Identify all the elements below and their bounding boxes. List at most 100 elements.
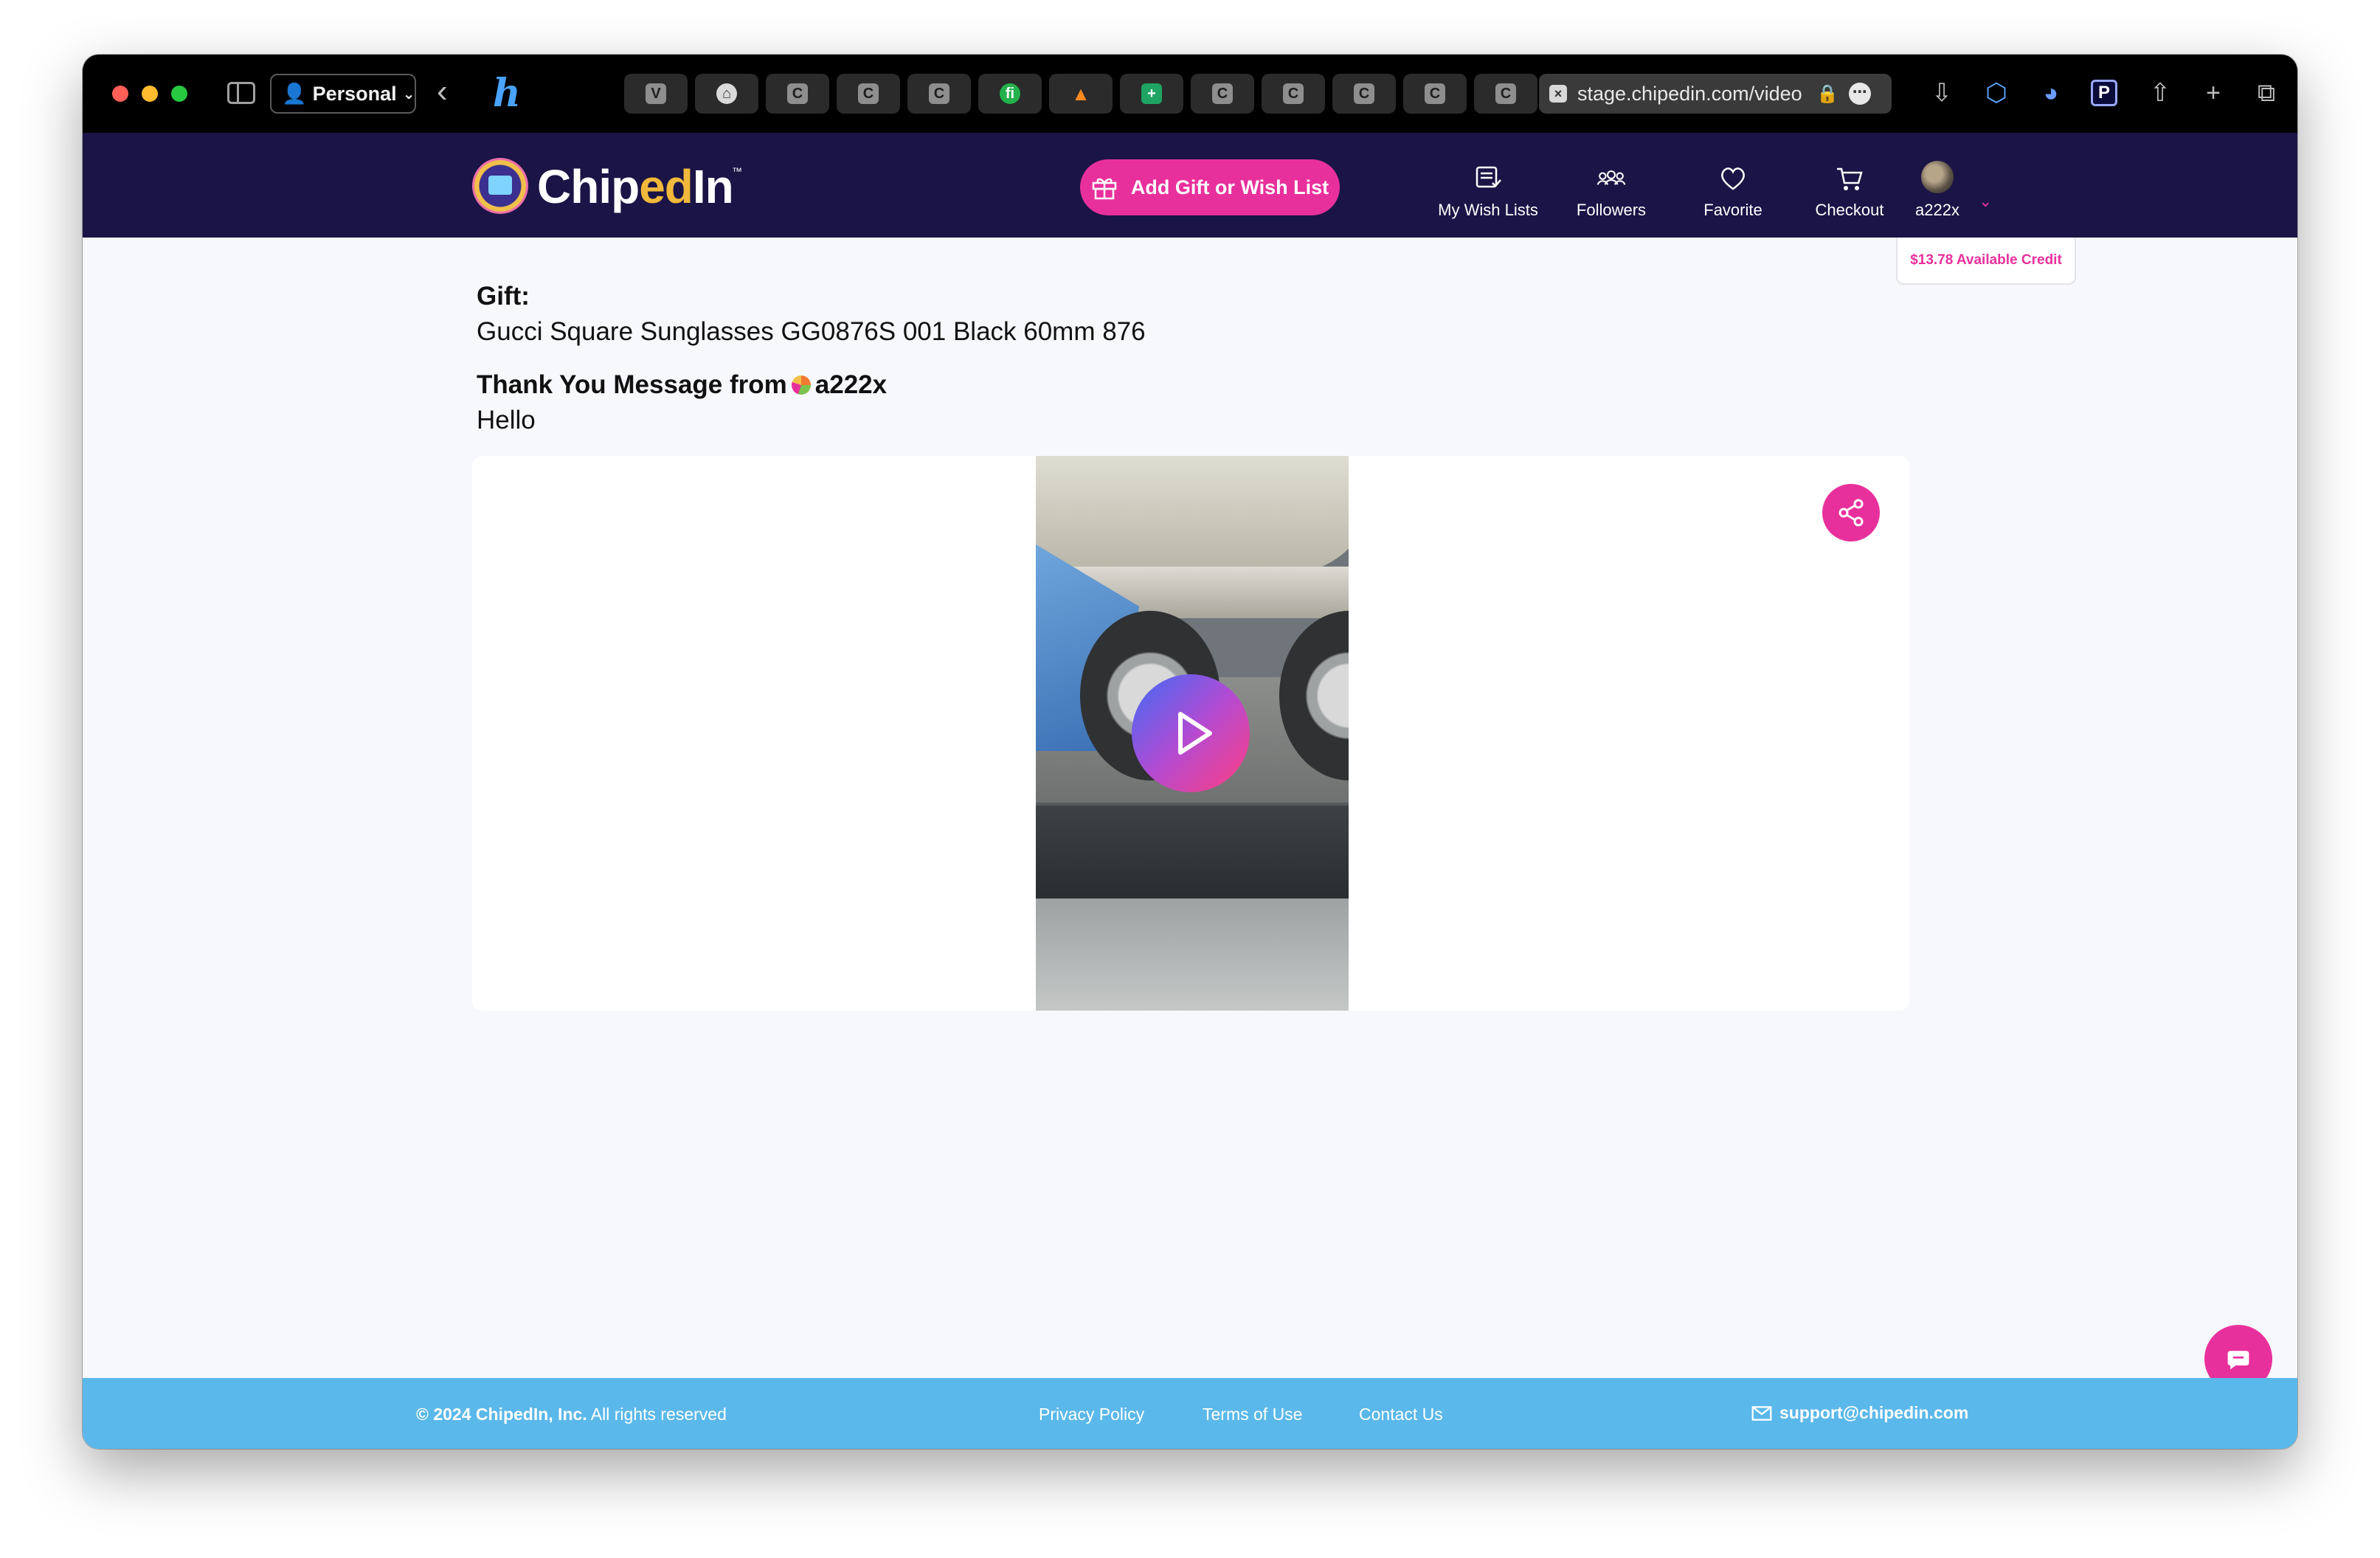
nav-label: Checkout xyxy=(1815,201,1884,219)
cube-extension-icon[interactable]: ⬡ xyxy=(1980,77,2013,109)
privacy-policy-link[interactable]: Privacy Policy xyxy=(1039,1405,1144,1424)
share-page-icon[interactable]: ⇧ xyxy=(2144,77,2176,109)
nav-user-menu[interactable]: a222x xyxy=(1900,153,1974,220)
copyright-company: © 2024 ChipedIn, Inc. xyxy=(416,1405,587,1424)
p-extension-icon[interactable]: P xyxy=(2091,80,2117,106)
browser-toolbar: 👤 Personal ⌄ ‹ h V ⌂ C C C fi ▲ + C C C … xyxy=(83,55,2297,133)
tab-favicon: C xyxy=(1495,83,1516,104)
terms-of-use-link[interactable]: Terms of Use xyxy=(1203,1405,1302,1424)
available-credit-badge[interactable]: $13.78 Available Credit xyxy=(1896,238,2076,285)
avatar xyxy=(1921,161,1954,193)
chevron-down-icon: ⌄ xyxy=(402,86,415,103)
browser-tab[interactable]: + xyxy=(1120,74,1183,114)
browser-tab[interactable]: C xyxy=(1332,74,1396,114)
browser-tab[interactable]: fi xyxy=(978,74,1042,114)
contact-us-link[interactable]: Contact Us xyxy=(1359,1405,1443,1424)
nav-my-wish-lists[interactable]: My Wish Lists xyxy=(1434,153,1542,220)
plus-sheet-icon: + xyxy=(1141,83,1162,104)
new-tab-icon[interactable]: + xyxy=(2197,77,2229,109)
nav-label: Favorite xyxy=(1703,201,1762,219)
chart-extension-icon[interactable]: ◕ xyxy=(2035,77,2067,109)
tab-favicon: C xyxy=(858,83,879,104)
tab-favicon: C xyxy=(1425,83,1445,104)
nav-favorite[interactable]: Favorite xyxy=(1685,153,1781,220)
browser-tab[interactable]: C xyxy=(907,74,971,114)
tab-favicon: C xyxy=(1354,83,1374,104)
sail-icon: ▲ xyxy=(1071,83,1090,105)
copyright-text: All rights reserved xyxy=(587,1405,727,1424)
video-frame-part xyxy=(1036,899,1349,1011)
trademark-mark: ™ xyxy=(732,165,742,177)
tab-favicon: C xyxy=(787,83,808,104)
browser-tab[interactable]: ⌂ xyxy=(695,74,758,114)
nav-checkout[interactable]: Checkout xyxy=(1809,153,1890,220)
nav-label: Followers xyxy=(1576,201,1647,219)
video-player[interactable] xyxy=(1036,456,1349,1011)
thank-you-heading: Thank You Message from a222x xyxy=(477,370,887,400)
minimize-window-button[interactable] xyxy=(142,86,158,102)
house-icon: ⌂ xyxy=(716,83,737,104)
sidebar-toggle-icon[interactable] xyxy=(227,82,255,104)
gift-label: Gift: xyxy=(477,282,530,311)
support-email-link[interactable]: support@chipedin.com xyxy=(1751,1403,1968,1423)
browser-tab[interactable]: C xyxy=(837,74,900,114)
add-gift-button[interactable]: Add Gift or Wish List xyxy=(1080,159,1340,215)
site-header: ChipedIn ™ Add Gift or Wish List My Wish… xyxy=(83,133,2297,238)
envelope-icon xyxy=(1751,1405,1772,1421)
followers-icon xyxy=(1597,164,1626,193)
logo-part: ed xyxy=(639,160,693,213)
profile-label: Personal xyxy=(312,82,397,105)
tab-overview-icon[interactable]: ⧉ xyxy=(2250,77,2283,109)
gift-name: Gucci Square Sunglasses GG0876S 001 Blac… xyxy=(477,317,1146,346)
downloads-icon[interactable]: ⇩ xyxy=(1926,77,1958,109)
tab-favicon: fi xyxy=(1000,83,1020,104)
browser-tab[interactable]: C xyxy=(1262,74,1325,114)
thank-you-message: Hello xyxy=(477,406,536,434)
play-button[interactable] xyxy=(1132,674,1250,792)
browser-tab[interactable]: ▲ xyxy=(1049,74,1113,114)
url-text: stage.chipedin.com/video xyxy=(1577,82,1802,105)
tab-favicon: V xyxy=(646,83,666,104)
tab-favicon: C xyxy=(929,83,949,104)
tab-favicon: C xyxy=(1212,83,1233,104)
site-footer: © 2024 ChipedIn, Inc. All rights reserve… xyxy=(83,1378,2297,1449)
thank-you-label: Thank You Message from xyxy=(477,370,787,399)
gift-icon xyxy=(1092,178,1117,200)
cart-icon xyxy=(1835,164,1864,193)
video-frame-part xyxy=(1036,456,1349,574)
h-extension-icon[interactable]: h xyxy=(493,71,521,116)
browser-tab[interactable]: V xyxy=(624,74,688,114)
user-avatar-icon xyxy=(791,375,811,395)
close-tab-icon[interactable]: × xyxy=(1549,85,1567,103)
close-window-button[interactable] xyxy=(112,86,128,102)
play-icon xyxy=(1178,712,1212,755)
nav-user-label: a222x xyxy=(1915,201,1959,219)
copyright: © 2024 ChipedIn, Inc. All rights reserve… xyxy=(416,1405,727,1424)
chipedin-logo-icon[interactable] xyxy=(472,158,528,214)
logo-part: Chip xyxy=(537,160,640,213)
more-options-icon[interactable]: ⋯ xyxy=(1848,83,1871,105)
heart-icon xyxy=(1718,164,1748,193)
add-gift-label: Add Gift or Wish List xyxy=(1130,176,1329,198)
lock-icon: 🔒 xyxy=(1816,83,1838,104)
thank-you-user[interactable]: a222x xyxy=(815,370,887,400)
browser-tab[interactable]: C xyxy=(1191,74,1254,114)
profile-selector[interactable]: 👤 Personal ⌄ xyxy=(270,74,416,114)
browser-tab[interactable]: C xyxy=(1474,74,1537,114)
zoom-window-button[interactable] xyxy=(171,86,187,102)
logo-part: In xyxy=(692,160,734,213)
share-button[interactable] xyxy=(1822,484,1880,541)
back-button[interactable]: ‹ xyxy=(437,75,448,108)
nav-label: My Wish Lists xyxy=(1438,201,1538,219)
browser-tab[interactable]: C xyxy=(766,74,829,114)
video-frame-part xyxy=(1036,803,1349,899)
share-icon xyxy=(1838,499,1864,527)
video-card xyxy=(472,456,1909,1011)
browser-window: 👤 Personal ⌄ ‹ h V ⌂ C C C fi ▲ + C C C … xyxy=(83,55,2297,1449)
site-logo[interactable]: ChipedIn xyxy=(537,159,734,214)
person-icon: 👤 xyxy=(282,83,307,105)
address-bar[interactable]: × stage.chipedin.com/video 🔒 ⋯ xyxy=(1539,74,1892,114)
chevron-down-icon[interactable]: ⌄ xyxy=(1979,192,1992,211)
nav-followers[interactable]: Followers xyxy=(1561,153,1661,220)
browser-tab[interactable]: C xyxy=(1403,74,1467,114)
